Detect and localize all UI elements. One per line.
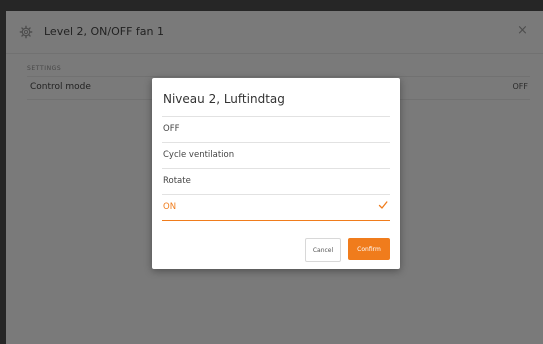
option-cycle-ventilation[interactable]: Cycle ventilation <box>162 142 390 168</box>
select-dialog: Niveau 2, Luftindtag OFF Cycle ventilati… <box>152 78 400 269</box>
dialog-title: Niveau 2, Luftindtag <box>163 92 285 106</box>
option-on[interactable]: ON <box>162 194 390 221</box>
confirm-button[interactable]: Confirm <box>348 238 390 260</box>
option-label: Rotate <box>163 176 191 186</box>
option-label: Cycle ventilation <box>163 150 235 160</box>
option-off[interactable]: OFF <box>162 116 390 142</box>
option-label: OFF <box>163 124 180 134</box>
screen: Level 2, ON/OFF fan 1 × SETTINGS Control… <box>0 0 543 344</box>
checkmark-icon <box>378 201 388 209</box>
option-rotate[interactable]: Rotate <box>162 168 390 194</box>
option-label: ON <box>163 202 177 212</box>
window-frame-top <box>0 0 543 11</box>
cancel-button[interactable]: Cancel <box>305 238 341 262</box>
option-list: OFF Cycle ventilation Rotate ON <box>162 116 390 221</box>
